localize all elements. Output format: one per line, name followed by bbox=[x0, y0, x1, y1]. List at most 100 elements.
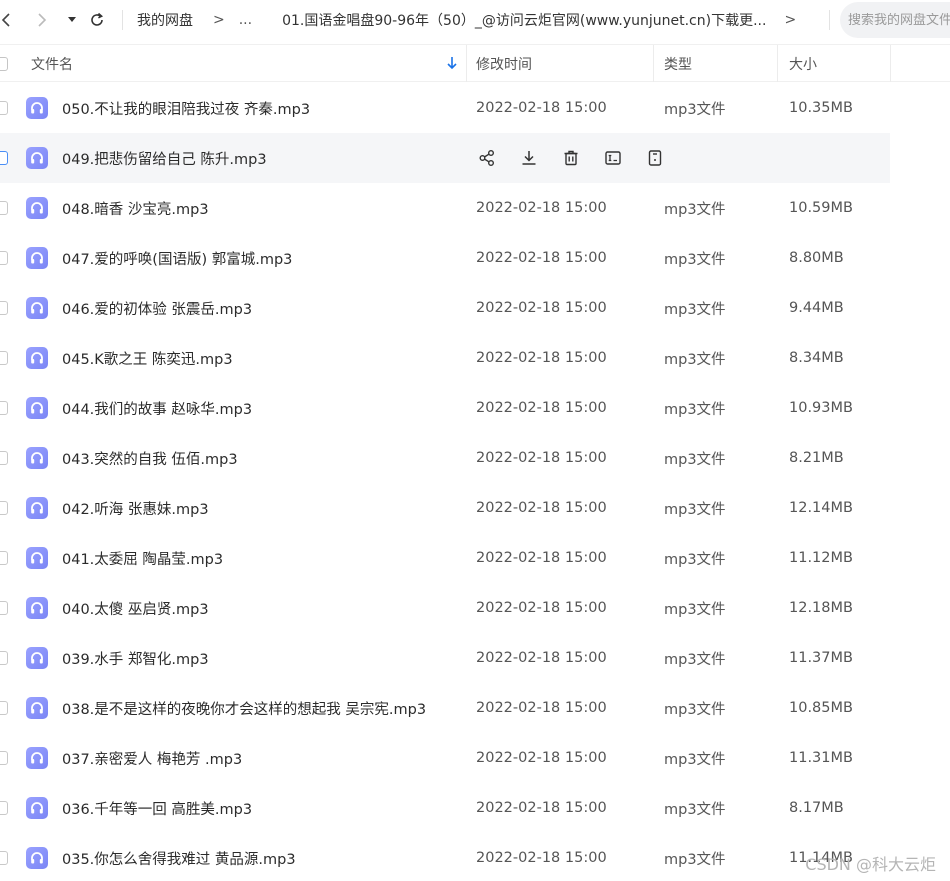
table-row[interactable]: 049.把悲伤留给自己 陈升.mp3 bbox=[0, 133, 890, 183]
file-modified-time: 2022-02-18 15:00 bbox=[476, 500, 607, 516]
column-header-name[interactable]: 文件名 bbox=[31, 45, 466, 82]
column-divider[interactable] bbox=[777, 45, 778, 82]
row-checkbox[interactable] bbox=[0, 151, 8, 165]
file-modified-time: 2022-02-18 15:00 bbox=[476, 100, 607, 116]
file-modified-time: 2022-02-18 15:00 bbox=[476, 650, 607, 666]
chevron-left-icon[interactable] bbox=[0, 8, 16, 32]
headphones-icon bbox=[26, 747, 48, 769]
file-modified-time: 2022-02-18 15:00 bbox=[476, 250, 607, 266]
delete-icon[interactable] bbox=[560, 147, 582, 169]
table-row[interactable]: 038.是不是这样的夜晚你才会这样的想起我 吴宗宪.mp3 2022-02-18 … bbox=[0, 683, 950, 733]
headphones-icon bbox=[26, 347, 48, 369]
column-divider[interactable] bbox=[466, 45, 467, 82]
column-header-type[interactable]: 类型 bbox=[664, 45, 692, 82]
search-input[interactable] bbox=[848, 12, 950, 28]
refresh-icon[interactable] bbox=[86, 8, 108, 32]
file-name[interactable]: 042.听海 张惠妹.mp3 bbox=[62, 483, 209, 533]
row-checkbox[interactable] bbox=[0, 251, 8, 265]
row-checkbox[interactable] bbox=[0, 201, 8, 215]
table-row[interactable]: 047.爱的呼唤(国语版) 郭富城.mp3 2022-02-18 15:00 mp3… bbox=[0, 233, 950, 283]
table-row[interactable]: 048.暗香 沙宝亮.mp3 2022-02-18 15:00 mp3文件 10.59… bbox=[0, 183, 950, 233]
file-size: 11.31MB bbox=[789, 750, 853, 766]
file-size: 10.93MB bbox=[789, 400, 853, 416]
download-icon[interactable] bbox=[518, 147, 540, 169]
row-checkbox[interactable] bbox=[0, 801, 8, 815]
table-row[interactable]: 039.水手 郑智化.mp3 2022-02-18 15:00 mp3文件 11.37… bbox=[0, 633, 950, 683]
file-name[interactable]: 041.太委屈 陶晶莹.mp3 bbox=[62, 533, 223, 583]
row-checkbox[interactable] bbox=[0, 551, 8, 565]
file-size: 11.12MB bbox=[789, 550, 853, 566]
file-modified-time: 2022-02-18 15:00 bbox=[476, 400, 607, 416]
headphones-icon bbox=[26, 297, 48, 319]
row-checkbox[interactable] bbox=[0, 601, 8, 615]
breadcrumb: 我的网盘 > ... 01.国语金唱盘90-96年（50）_@访问云炬官网(ww… bbox=[137, 9, 796, 31]
file-name[interactable]: 035.你怎么舍得我难过 黄品源.mp3 bbox=[62, 833, 296, 881]
table-row[interactable]: 042.听海 张惠妹.mp3 2022-02-18 15:00 mp3文件 12.14… bbox=[0, 483, 950, 533]
row-checkbox[interactable] bbox=[0, 751, 8, 765]
file-name[interactable]: 039.水手 郑智化.mp3 bbox=[62, 633, 209, 683]
rename-icon[interactable] bbox=[602, 147, 624, 169]
headphones-icon bbox=[26, 847, 48, 869]
column-header-size[interactable]: 大小 bbox=[789, 45, 817, 82]
file-type: mp3文件 bbox=[664, 101, 726, 118]
file-name[interactable]: 038.是不是这样的夜晚你才会这样的想起我 吴宗宪.mp3 bbox=[62, 683, 426, 733]
row-checkbox[interactable] bbox=[0, 351, 8, 365]
column-header-time[interactable]: 修改时间 bbox=[476, 45, 532, 82]
headphones-icon bbox=[26, 397, 48, 419]
table-row[interactable]: 036.千年等一回 高胜美.mp3 2022-02-18 15:00 mp3文件 8.… bbox=[0, 783, 950, 833]
row-checkbox[interactable] bbox=[0, 101, 8, 115]
file-name[interactable]: 049.把悲伤留给自己 陈升.mp3 bbox=[62, 133, 267, 183]
table-row[interactable]: 050.不让我的眼泪陪我过夜 齐秦.mp3 2022-02-18 15:00 mp3… bbox=[0, 83, 950, 133]
breadcrumb-end-separator[interactable]: > bbox=[784, 12, 796, 28]
table-row[interactable]: 041.太委屈 陶晶莹.mp3 2022-02-18 15:00 mp3文件 11.1… bbox=[0, 533, 950, 583]
file-name[interactable]: 046.爱的初体验 张震岳.mp3 bbox=[62, 283, 252, 333]
file-type: mp3文件 bbox=[664, 401, 726, 418]
file-modified-time: 2022-02-18 15:00 bbox=[476, 750, 607, 766]
file-name[interactable]: 048.暗香 沙宝亮.mp3 bbox=[62, 183, 209, 233]
search-box[interactable] bbox=[840, 2, 950, 38]
row-checkbox[interactable] bbox=[0, 851, 8, 865]
table-row[interactable]: 040.太傻 巫启贤.mp3 2022-02-18 15:00 mp3文件 12.18… bbox=[0, 583, 950, 633]
table-row[interactable]: 044.我们的故事 赵咏华.mp3 2022-02-18 15:00 mp3文件 10… bbox=[0, 383, 950, 433]
row-checkbox[interactable] bbox=[0, 701, 8, 715]
caret-down-icon[interactable] bbox=[64, 8, 80, 32]
file-name[interactable]: 037.亲密爱人 梅艳芳 .mp3 bbox=[62, 733, 242, 783]
file-name[interactable]: 045.K歌之王 陈奕迅.mp3 bbox=[62, 333, 233, 383]
row-checkbox[interactable] bbox=[0, 501, 8, 515]
more-icon[interactable] bbox=[644, 147, 666, 169]
row-checkbox[interactable] bbox=[0, 451, 8, 465]
file-name[interactable]: 044.我们的故事 赵咏华.mp3 bbox=[62, 383, 252, 433]
file-size: 12.14MB bbox=[789, 500, 853, 516]
row-checkbox[interactable] bbox=[0, 401, 8, 415]
chevron-right-icon[interactable] bbox=[32, 8, 52, 32]
table-row[interactable]: 037.亲密爱人 梅艳芳 .mp3 2022-02-18 15:00 mp3文件 11… bbox=[0, 733, 950, 783]
breadcrumb-current[interactable]: 01.国语金唱盘90-96年（50）_@访问云炬官网(www.yunjunet.… bbox=[282, 10, 766, 30]
file-name[interactable]: 040.太傻 巫启贤.mp3 bbox=[62, 583, 209, 633]
column-divider[interactable] bbox=[890, 45, 891, 82]
file-size: 9.44MB bbox=[789, 300, 844, 316]
file-name[interactable]: 047.爱的呼唤(国语版) 郭富城.mp3 bbox=[62, 233, 292, 283]
headphones-icon bbox=[26, 497, 48, 519]
file-type: mp3文件 bbox=[664, 251, 726, 268]
table-row[interactable]: 043.突然的自我 伍佰.mp3 2022-02-18 15:00 mp3文件 8.2… bbox=[0, 433, 950, 483]
column-divider[interactable] bbox=[653, 45, 654, 82]
select-all-checkbox[interactable] bbox=[0, 57, 8, 71]
row-checkbox[interactable] bbox=[0, 651, 8, 665]
headphones-icon bbox=[26, 247, 48, 269]
breadcrumb-root[interactable]: 我的网盘 bbox=[137, 10, 193, 30]
row-checkbox[interactable] bbox=[0, 301, 8, 315]
nav-divider bbox=[122, 10, 123, 30]
file-type: mp3文件 bbox=[664, 701, 726, 718]
file-name[interactable]: 043.突然的自我 伍佰.mp3 bbox=[62, 433, 238, 483]
file-modified-time: 2022-02-18 15:00 bbox=[476, 300, 607, 316]
share-icon[interactable] bbox=[476, 147, 498, 169]
file-list: 050.不让我的眼泪陪我过夜 齐秦.mp3 2022-02-18 15:00 mp3… bbox=[0, 83, 950, 881]
file-name[interactable]: 050.不让我的眼泪陪我过夜 齐秦.mp3 bbox=[62, 83, 310, 133]
table-row[interactable]: 045.K歌之王 陈奕迅.mp3 2022-02-18 15:00 mp3文件 8.3… bbox=[0, 333, 950, 383]
arrow-down-icon[interactable] bbox=[446, 55, 460, 71]
file-name[interactable]: 036.千年等一回 高胜美.mp3 bbox=[62, 783, 252, 833]
headphones-icon bbox=[26, 197, 48, 219]
watermark: CSDN @科大云炬 bbox=[805, 855, 936, 874]
table-row[interactable]: 046.爱的初体验 张震岳.mp3 2022-02-18 15:00 mp3文件 9.… bbox=[0, 283, 950, 333]
breadcrumb-ellipsis[interactable]: ... bbox=[239, 12, 252, 28]
